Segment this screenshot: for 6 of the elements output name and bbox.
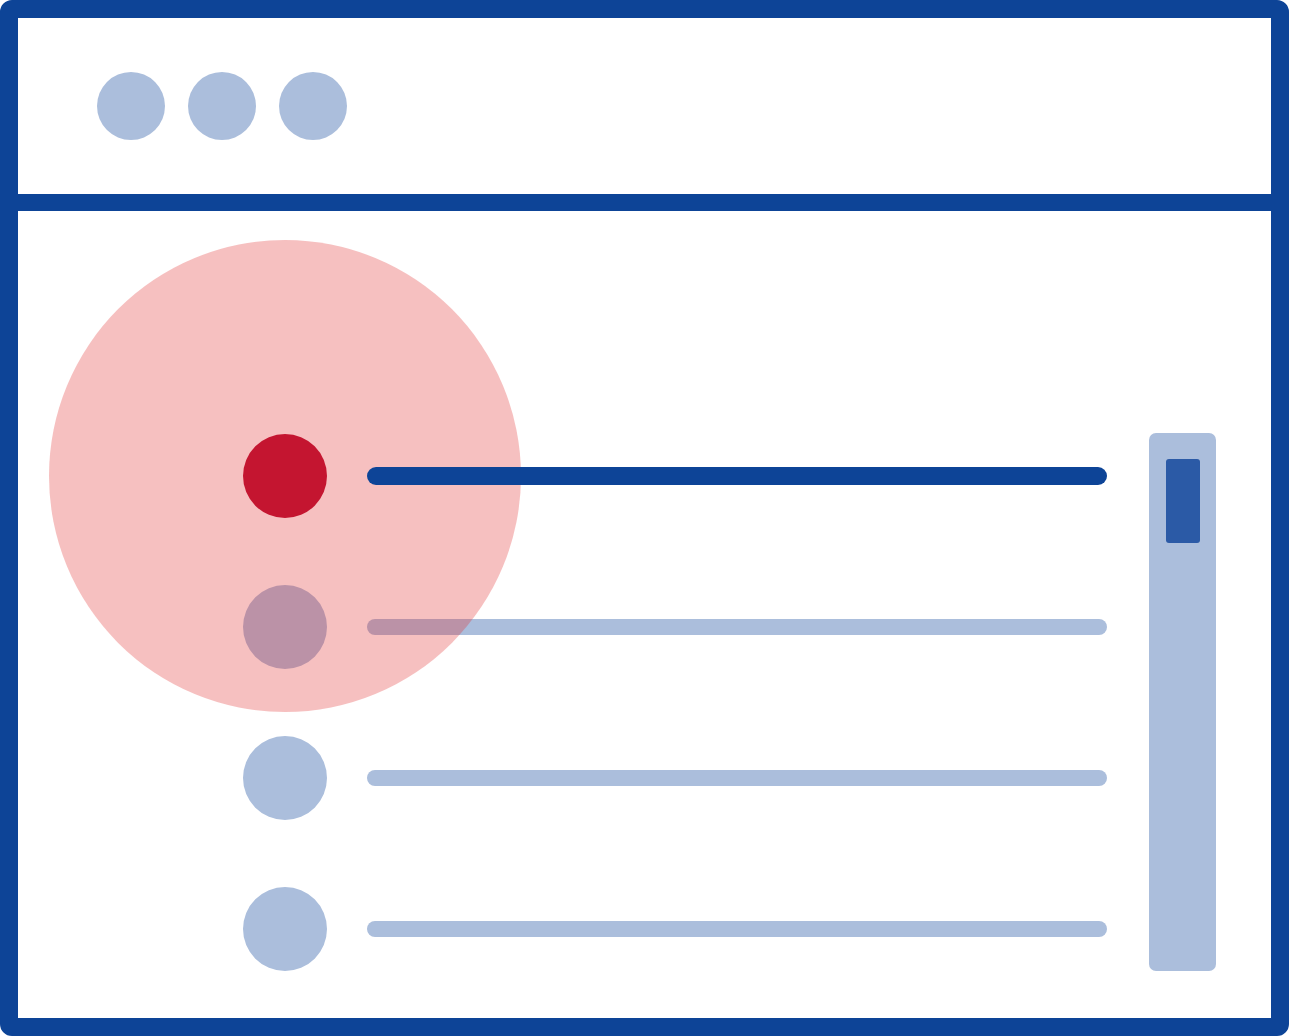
text-placeholder-line[interactable] <box>367 770 1107 786</box>
text-placeholder-line[interactable] <box>367 619 1107 635</box>
scrollbar-track[interactable] <box>1149 433 1216 971</box>
text-placeholder-line[interactable] <box>367 921 1107 937</box>
scrollbar-thumb[interactable] <box>1166 459 1200 543</box>
text-placeholder-line[interactable] <box>367 467 1107 485</box>
